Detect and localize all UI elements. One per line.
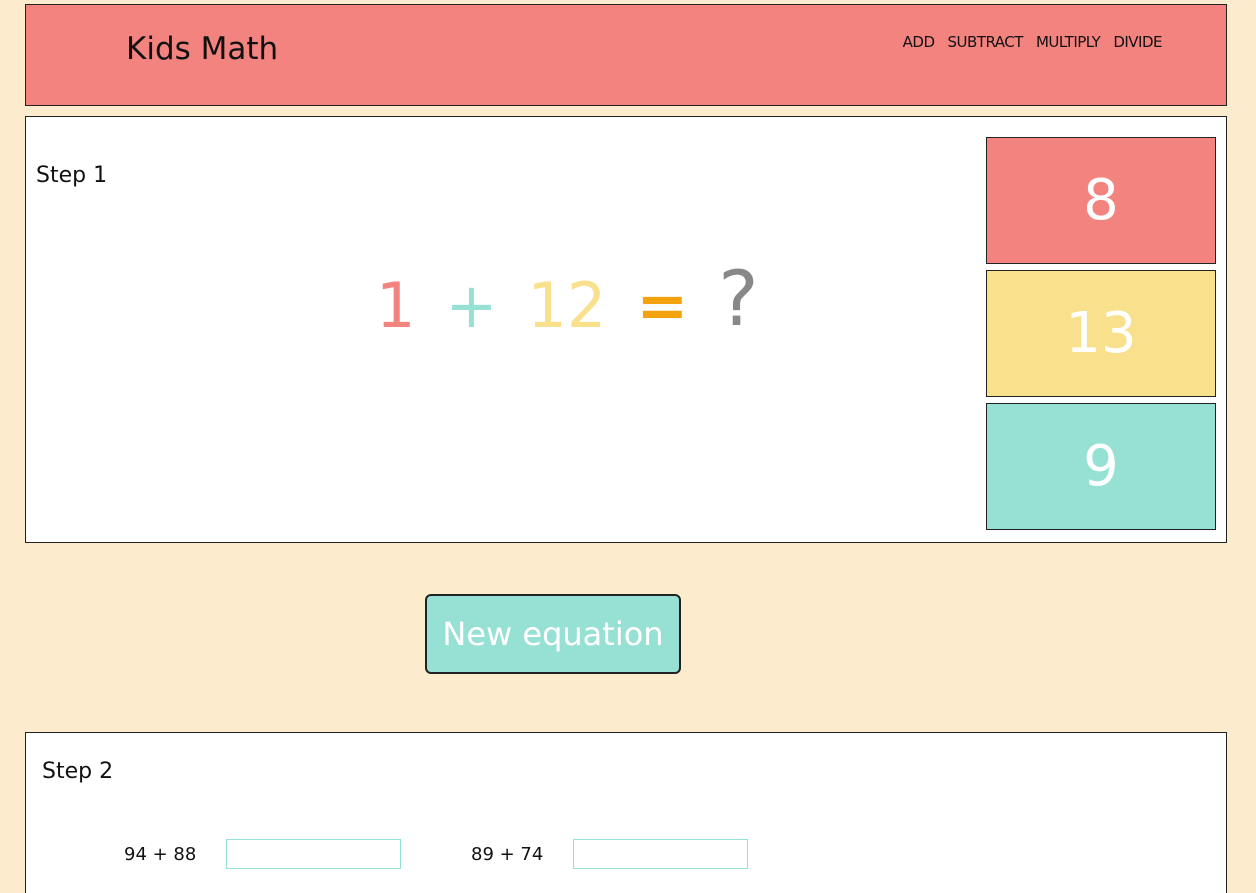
answer-options: 8 13 9 [986,137,1216,536]
problem-1-expression: 94 + 88 [124,843,197,865]
header-bar: Kids Math ADD SUBTRACT MULTIPLY DIVIDE [25,4,1227,106]
equation-left-operand: 1 [376,269,416,342]
nav-add[interactable]: ADD [903,33,935,51]
equation-right-operand: 12 [527,269,607,342]
nav-subtract[interactable]: SUBTRACT [948,33,1024,51]
step1-panel: Step 1 1 + 12 = ? 8 13 9 [25,116,1227,543]
problem-1: 94 + 88 [124,839,402,869]
problem-2: 89 + 74 [471,839,749,869]
equation-operator: + [445,269,498,342]
answer-option-2[interactable]: 13 [986,270,1216,397]
answer-option-1[interactable]: 8 [986,137,1216,264]
equation-result-question: ? [718,254,759,343]
nav-multiply[interactable]: MULTIPLY [1036,33,1101,51]
new-equation-button[interactable]: New equation [425,594,681,674]
problem-2-answer-input[interactable] [573,839,749,869]
step1-title: Step 1 [36,163,108,188]
main-nav: ADD SUBTRACT MULTIPLY DIVIDE [903,33,1163,51]
problem-1-answer-input[interactable] [226,839,402,869]
equation-equals: = [636,269,689,342]
answer-option-3[interactable]: 9 [986,403,1216,530]
equation: 1 + 12 = ? [376,261,759,342]
brand-title[interactable]: Kids Math [126,31,278,67]
problem-2-expression: 89 + 74 [471,843,544,865]
nav-divide[interactable]: DIVIDE [1113,33,1162,51]
step2-panel: Step 2 94 + 88 89 + 74 [25,732,1227,893]
step2-title: Step 2 [42,759,114,784]
